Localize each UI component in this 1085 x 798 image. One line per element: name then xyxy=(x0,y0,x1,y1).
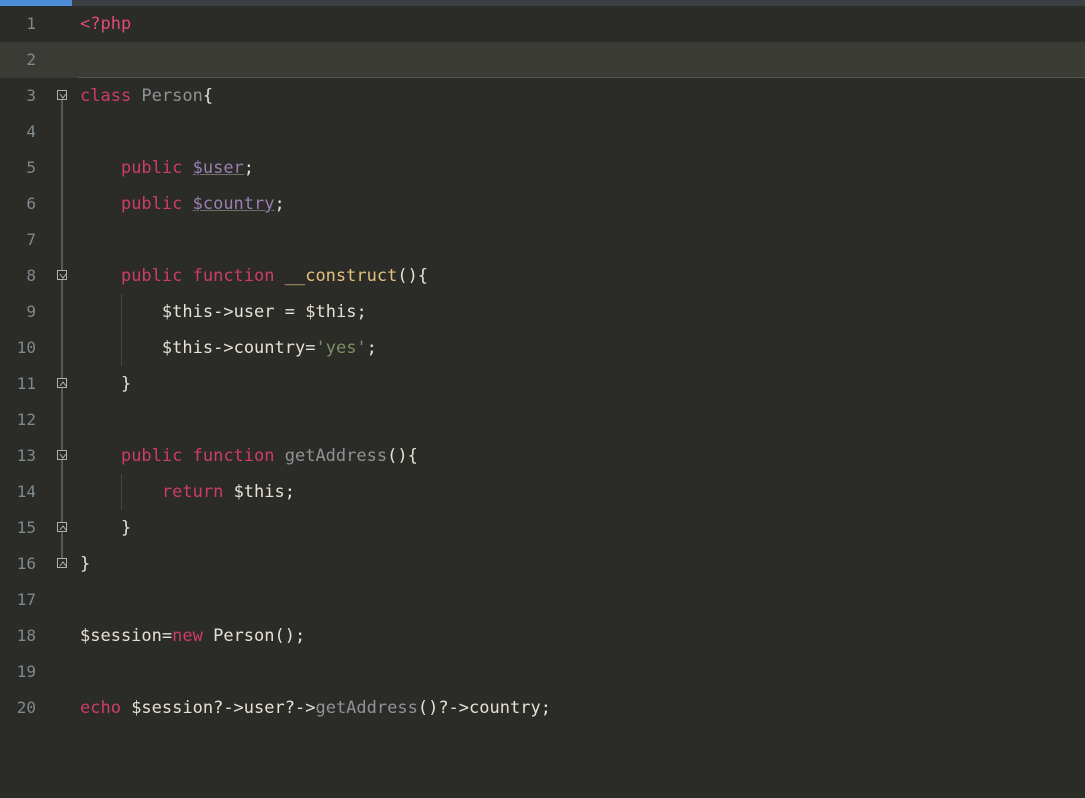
fold-gutter xyxy=(46,114,78,150)
fold-gutter[interactable] xyxy=(46,366,78,402)
chrome-icon[interactable] xyxy=(1059,50,1079,70)
line-number: 11 xyxy=(0,366,46,402)
code-line[interactable]: 18 $session=new Person(); xyxy=(0,618,1085,654)
line-number: 16 xyxy=(0,546,46,582)
code-text[interactable]: } xyxy=(78,366,1085,402)
line-number: 12 xyxy=(0,402,46,438)
line-number: 8 xyxy=(0,258,46,294)
line-number: 18 xyxy=(0,618,46,654)
fold-gutter xyxy=(46,474,78,510)
line-number: 13 xyxy=(0,438,46,474)
code-line[interactable]: 1 <?php xyxy=(0,6,1085,42)
code-text[interactable]: <?php xyxy=(78,6,1085,42)
code-line[interactable]: 9 $this->user = $this; xyxy=(0,294,1085,330)
fold-gutter xyxy=(46,690,78,726)
code-text[interactable]: $session=new Person(); xyxy=(78,618,1085,654)
line-number: 1 xyxy=(0,6,46,42)
line-number: 15 xyxy=(0,510,46,546)
code-text[interactable]: $this->user = $this; xyxy=(78,294,1085,330)
code-text[interactable] xyxy=(78,222,1085,258)
code-line[interactable]: 20 echo $session?->user?->getAddress()?-… xyxy=(0,690,1085,726)
line-number: 20 xyxy=(0,690,46,726)
line-number: 14 xyxy=(0,474,46,510)
code-line[interactable]: 3 class Person{ xyxy=(0,78,1085,114)
code-text[interactable]: public function getAddress(){ xyxy=(78,438,1085,474)
line-number: 10 xyxy=(0,330,46,366)
code-line[interactable]: 14 return $this; xyxy=(0,474,1085,510)
fold-gutter[interactable] xyxy=(46,546,78,582)
fold-gutter xyxy=(46,582,78,618)
code-line[interactable]: 16 } xyxy=(0,546,1085,582)
code-line[interactable]: 17 xyxy=(0,582,1085,618)
code-line[interactable]: 15 } xyxy=(0,510,1085,546)
fold-gutter xyxy=(46,330,78,366)
line-number: 9 xyxy=(0,294,46,330)
code-editor[interactable]: 1 <?php 2 3 class P xyxy=(0,6,1085,798)
code-text[interactable]: } xyxy=(78,546,1085,582)
line-number: 5 xyxy=(0,150,46,186)
fold-toggle-icon[interactable] xyxy=(57,450,67,460)
fold-gutter xyxy=(46,654,78,690)
fold-gutter xyxy=(46,618,78,654)
line-number: 4 xyxy=(0,114,46,150)
fold-close-icon[interactable] xyxy=(57,558,67,568)
fold-gutter[interactable] xyxy=(46,510,78,546)
code-line[interactable]: 7 xyxy=(0,222,1085,258)
line-number: 3 xyxy=(0,78,46,114)
fold-gutter xyxy=(46,150,78,186)
code-line[interactable]: 11 } xyxy=(0,366,1085,402)
fold-close-icon[interactable] xyxy=(57,522,67,532)
line-number: 19 xyxy=(0,654,46,690)
code-line[interactable]: 19 xyxy=(0,654,1085,690)
fold-gutter xyxy=(46,222,78,258)
line-number: 6 xyxy=(0,186,46,222)
code-text[interactable]: echo $session?->user?->getAddress()?->co… xyxy=(78,690,1085,726)
code-text[interactable]: } xyxy=(78,510,1085,546)
code-line[interactable]: 13 public function getAddress(){ xyxy=(0,438,1085,474)
code-line[interactable]: 6 public $country; xyxy=(0,186,1085,222)
fold-gutter xyxy=(46,402,78,438)
code-text[interactable] xyxy=(78,654,1085,690)
code-text[interactable] xyxy=(78,402,1085,438)
code-text[interactable] xyxy=(78,42,1085,78)
line-number: 17 xyxy=(0,582,46,618)
code-line[interactable]: 10 $this->country='yes'; xyxy=(0,330,1085,366)
fold-toggle-icon[interactable] xyxy=(57,90,67,100)
code-line[interactable]: 12 xyxy=(0,402,1085,438)
fold-gutter xyxy=(46,6,78,42)
line-number: 7 xyxy=(0,222,46,258)
code-text[interactable]: public function __construct(){ xyxy=(78,258,1085,294)
code-text[interactable] xyxy=(78,114,1085,150)
fold-toggle-icon[interactable] xyxy=(57,270,67,280)
code-text[interactable]: public $user; xyxy=(78,150,1085,186)
fold-gutter xyxy=(46,42,78,78)
line-number: 2 xyxy=(0,42,46,78)
code-line-current[interactable]: 2 xyxy=(0,42,1085,78)
fold-gutter[interactable] xyxy=(46,78,78,114)
code-text[interactable]: public $country; xyxy=(78,186,1085,222)
fold-gutter xyxy=(46,294,78,330)
code-line[interactable]: 5 public $user; xyxy=(0,150,1085,186)
code-text[interactable] xyxy=(78,582,1085,618)
code-line[interactable]: 4 xyxy=(0,114,1085,150)
code-text[interactable]: class Person{ xyxy=(78,78,1085,114)
code-text[interactable]: return $this; xyxy=(78,474,1085,510)
code-line[interactable]: 8 public function __construct(){ xyxy=(0,258,1085,294)
code-text[interactable]: $this->country='yes'; xyxy=(78,330,1085,366)
fold-gutter[interactable] xyxy=(46,438,78,474)
fold-close-icon[interactable] xyxy=(57,378,67,388)
fold-gutter xyxy=(46,186,78,222)
fold-gutter[interactable] xyxy=(46,258,78,294)
